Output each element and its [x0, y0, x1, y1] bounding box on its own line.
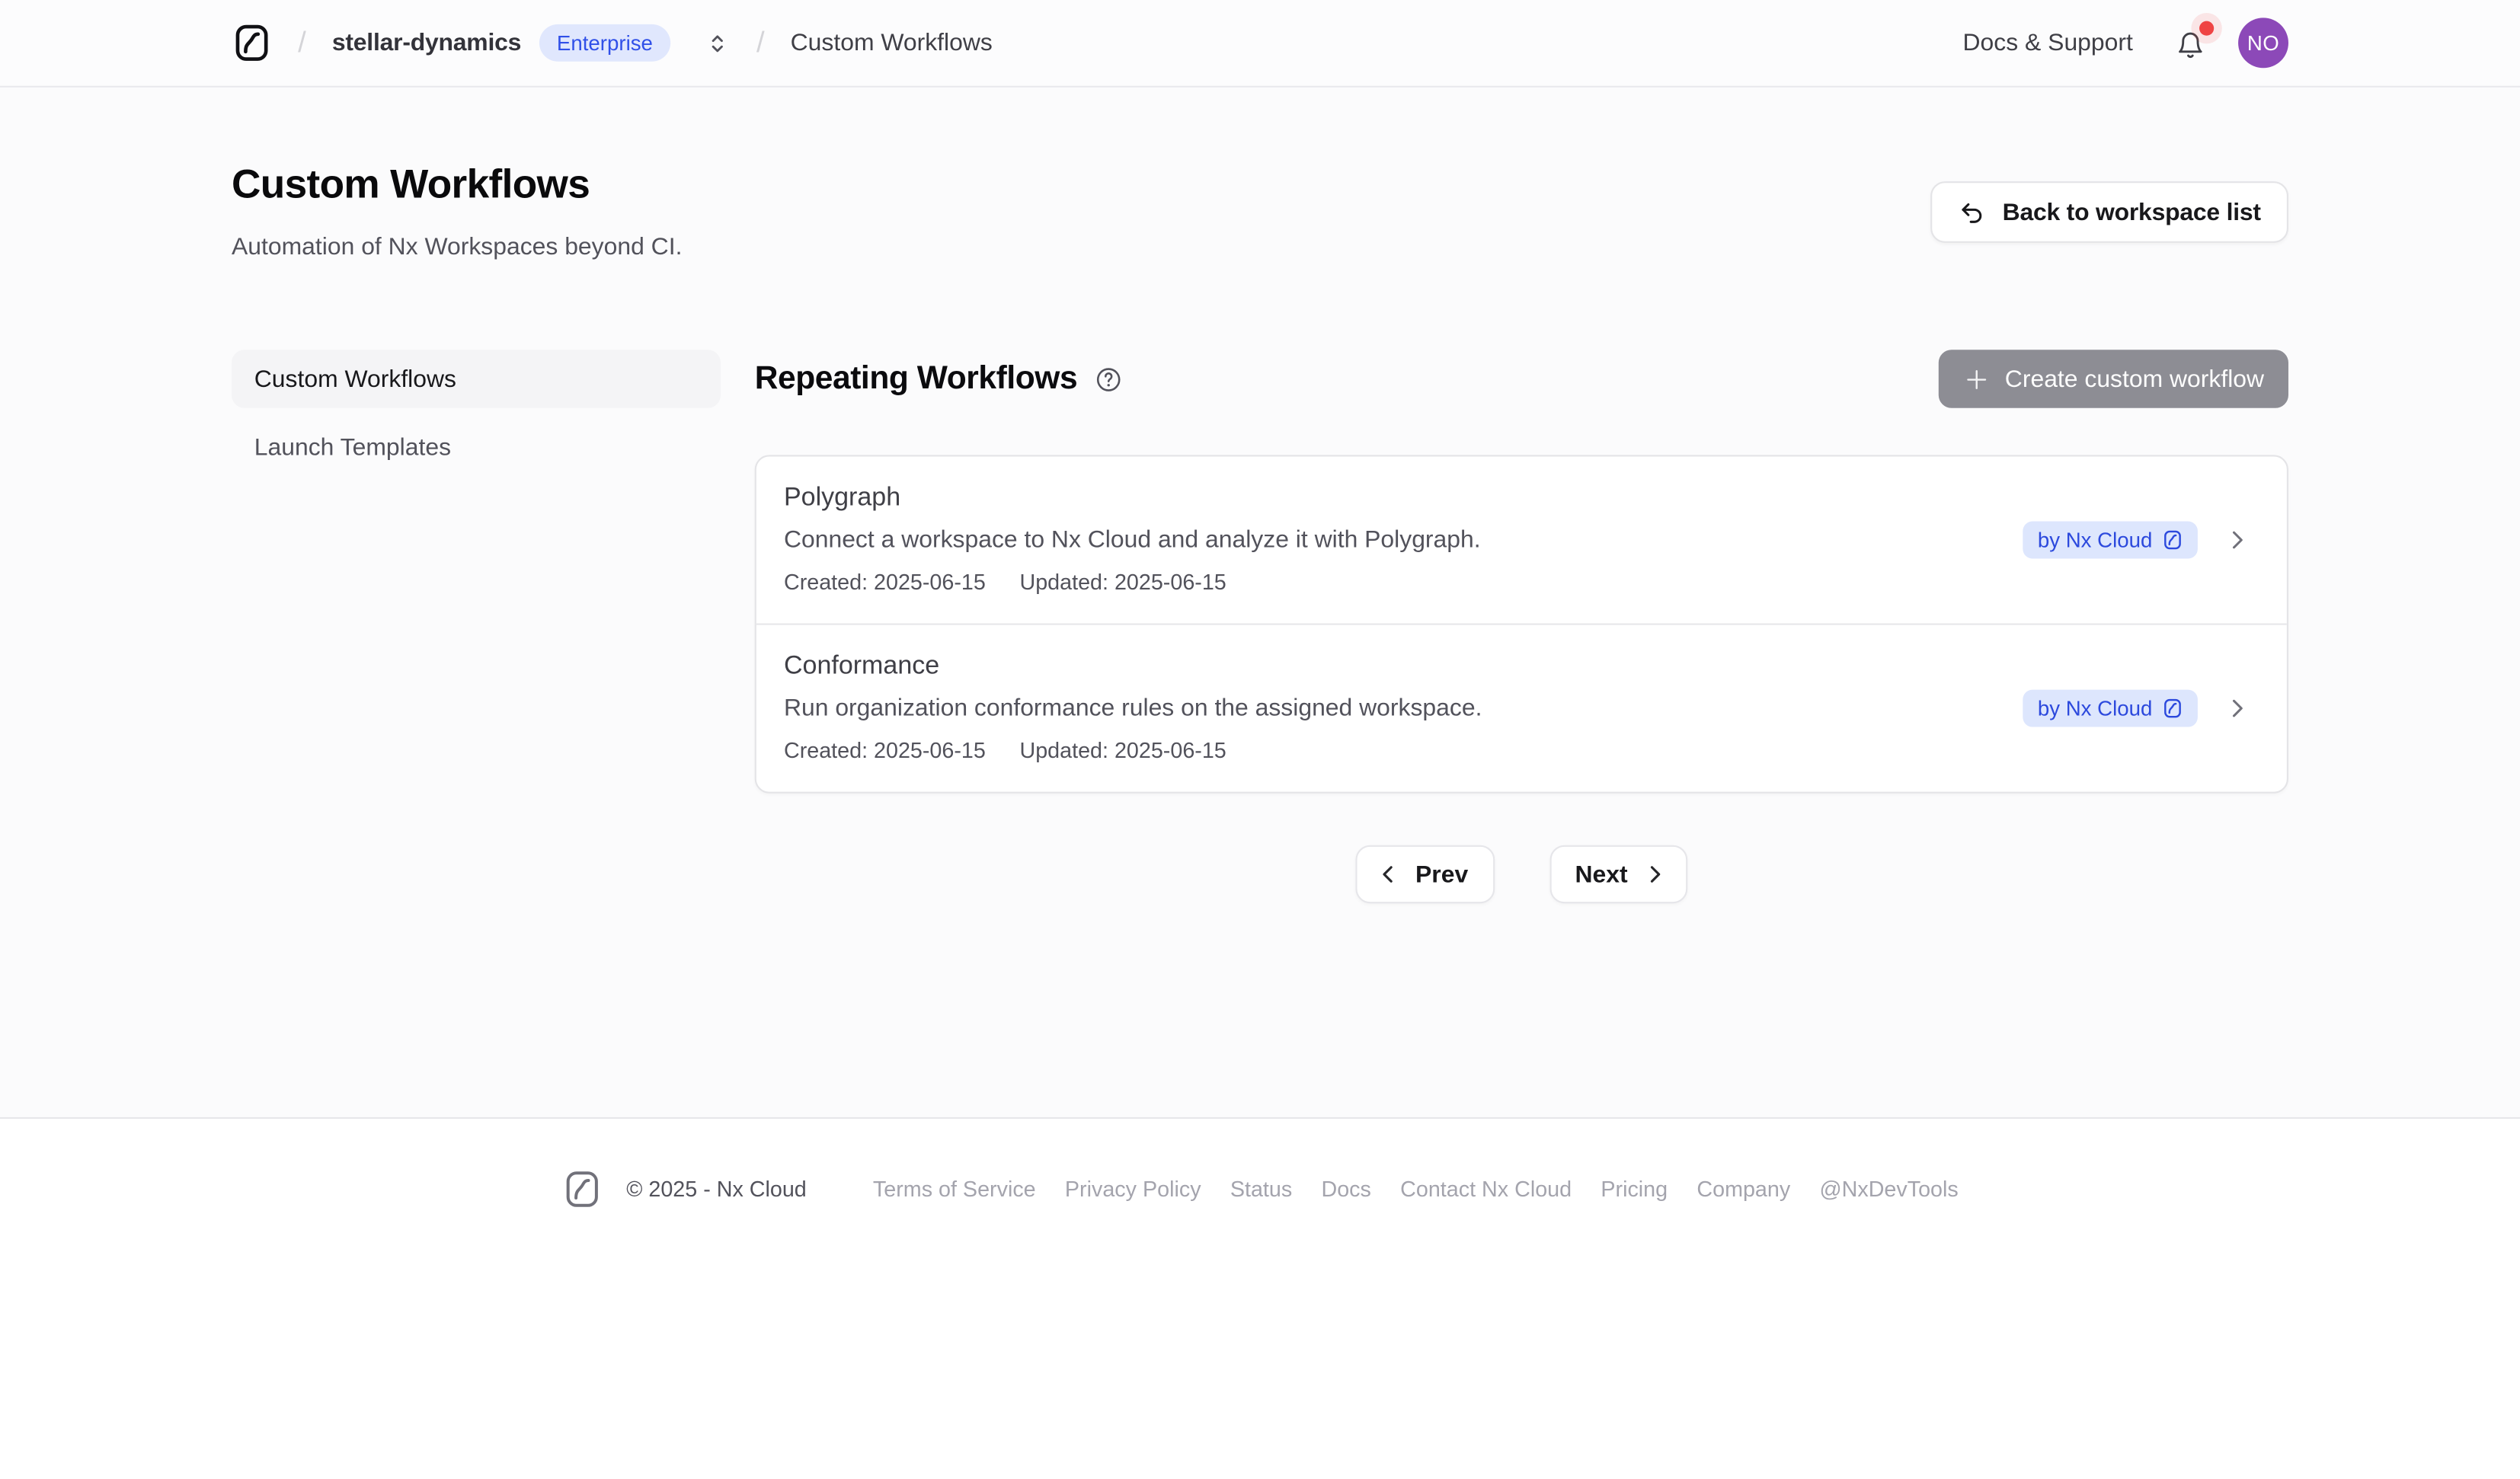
docs-support-link[interactable]: Docs & Support [1963, 29, 2133, 56]
footer-links: Terms of Service Privacy Policy Status D… [873, 1177, 1959, 1202]
repeating-workflows-section: Repeating Workflows [755, 350, 2288, 903]
nx-logo-icon[interactable] [232, 23, 272, 63]
page-subtitle: Automation of Nx Workspaces beyond CI. [232, 233, 682, 260]
footer-link-pricing[interactable]: Pricing [1601, 1177, 1668, 1202]
workflow-list: Polygraph Connect a workspace to Nx Clou… [755, 455, 2288, 793]
prev-button[interactable]: Prev [1355, 845, 1494, 904]
workflow-name: Polygraph [784, 484, 2023, 513]
nx-logo-icon [561, 1169, 602, 1209]
sidebar-item-custom-workflows[interactable]: Custom Workflows [232, 350, 721, 408]
badge-label: by Nx Cloud [2038, 527, 2153, 551]
back-button-label: Back to workspace list [2003, 198, 2261, 225]
settings-sidebar: Custom Workflows Launch Templates [232, 350, 721, 903]
top-navbar: / stellar-dynamics Enterprise / Custom W… [0, 0, 2520, 88]
undo-arrow-icon [1959, 198, 1986, 225]
by-nx-cloud-badge[interactable]: by Nx Cloud [2023, 689, 2198, 727]
workflow-row-polygraph[interactable]: Polygraph Connect a workspace to Nx Clou… [756, 457, 2287, 624]
sidebar-item-launch-templates[interactable]: Launch Templates [232, 417, 721, 476]
pagination: Prev Next [755, 845, 2288, 904]
workflow-updated: Updated: 2025-06-15 [1019, 570, 1226, 594]
chevron-right-icon [1642, 861, 1668, 887]
footer-link-contact[interactable]: Contact Nx Cloud [1400, 1177, 1572, 1202]
section-title: Repeating Workflows [755, 360, 1077, 398]
copyright: © 2025 - Nx Cloud [626, 1177, 807, 1202]
plus-icon [1963, 365, 1991, 392]
page: / stellar-dynamics Enterprise / Custom W… [0, 0, 2520, 1479]
workflow-name: Conformance [784, 653, 2023, 682]
breadcrumb-page[interactable]: Custom Workflows [791, 29, 993, 56]
footer: © 2025 - Nx Cloud Terms of Service Priva… [0, 1117, 2520, 1479]
back-to-workspace-list-button[interactable]: Back to workspace list [1931, 181, 2288, 243]
create-button-label: Create custom workflow [2005, 365, 2264, 392]
create-custom-workflow-button[interactable]: Create custom workflow [1939, 350, 2288, 408]
footer-link-status[interactable]: Status [1230, 1177, 1292, 1202]
badge-label: by Nx Cloud [2038, 695, 2153, 720]
by-nx-cloud-badge[interactable]: by Nx Cloud [2023, 520, 2198, 557]
avatar[interactable]: NO [2238, 18, 2288, 68]
breadcrumb-separator: / [298, 26, 306, 60]
breadcrumb-workspace[interactable]: stellar-dynamics [332, 29, 521, 56]
notification-dot [2199, 21, 2214, 35]
footer-link-docs[interactable]: Docs [1321, 1177, 1370, 1202]
navbar-actions: Docs & Support NO [1963, 18, 2288, 68]
nx-logo-icon [2162, 529, 2183, 550]
chevron-up-down-icon[interactable] [705, 30, 731, 56]
footer-link-company[interactable]: Company [1697, 1177, 1790, 1202]
next-button[interactable]: Next [1549, 845, 1687, 904]
chevron-right-icon[interactable] [2224, 525, 2251, 553]
workflow-description: Connect a workspace to Nx Cloud and anal… [784, 526, 2023, 554]
workflow-description: Run organization conformance rules on th… [784, 695, 2023, 722]
breadcrumb: / stellar-dynamics Enterprise / Custom W… [232, 23, 993, 63]
page-title: Custom Workflows [232, 160, 682, 209]
workflow-created: Created: 2025-06-15 [784, 570, 986, 594]
enterprise-badge: Enterprise [539, 24, 671, 62]
chevron-right-icon[interactable] [2224, 694, 2251, 721]
footer-link-terms[interactable]: Terms of Service [873, 1177, 1036, 1202]
main-area: Custom Workflows Automation of Nx Worksp… [0, 88, 2520, 1117]
footer-link-privacy[interactable]: Privacy Policy [1065, 1177, 1201, 1202]
workflow-created: Created: 2025-06-15 [784, 738, 986, 762]
help-circle-icon[interactable] [1095, 365, 1123, 392]
notifications-button[interactable] [2175, 27, 2205, 59]
next-label: Next [1575, 861, 1627, 888]
workflow-row-conformance[interactable]: Conformance Run organization conformance… [756, 623, 2287, 791]
chevron-left-icon [1375, 861, 1401, 887]
nx-logo-icon [2162, 697, 2183, 718]
footer-link-nxdevtools[interactable]: @NxDevTools [1819, 1177, 1958, 1202]
page-header: Custom Workflows Automation of Nx Worksp… [232, 88, 2288, 260]
prev-label: Prev [1415, 861, 1468, 888]
breadcrumb-separator: / [756, 26, 765, 60]
workflow-updated: Updated: 2025-06-15 [1019, 738, 1226, 762]
